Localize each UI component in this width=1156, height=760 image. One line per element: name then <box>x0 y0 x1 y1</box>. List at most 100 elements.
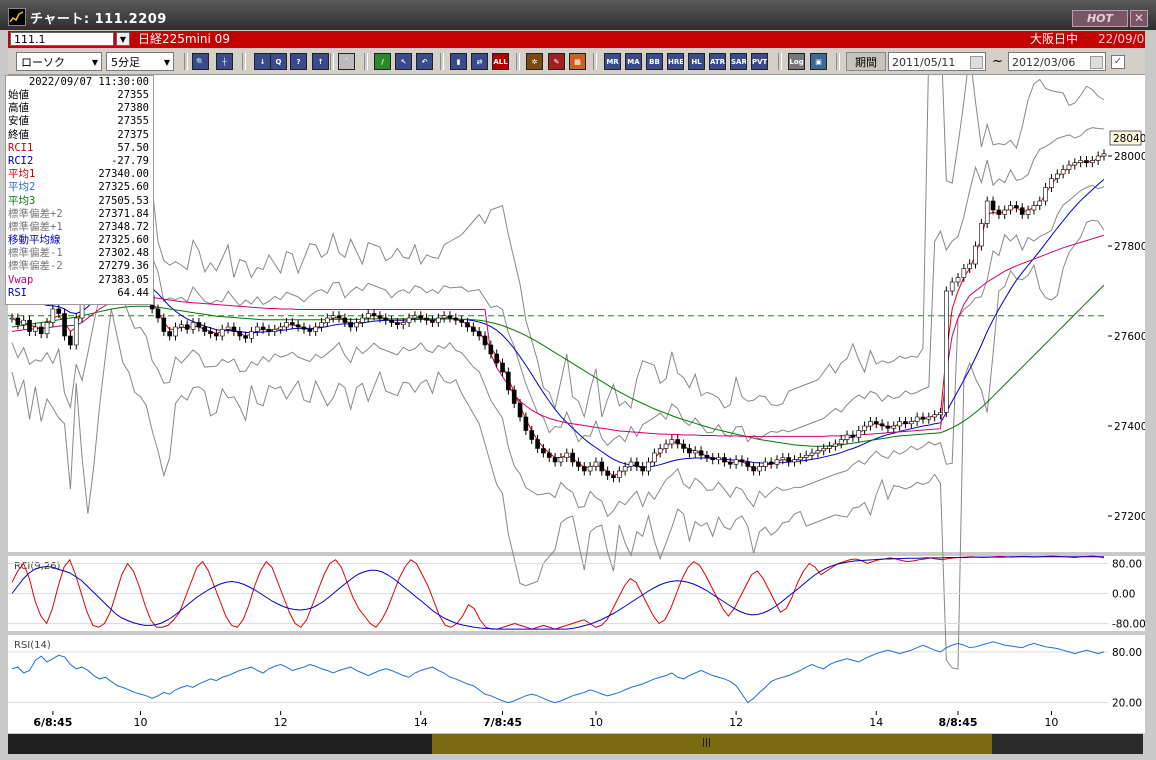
toolbar-line-button[interactable]: / <box>374 53 391 70</box>
candle-body <box>967 263 972 269</box>
toolbar-up-button[interactable]: ↑ <box>312 53 329 70</box>
data-window-row: 標準偏差-2 27279.36 <box>6 260 153 273</box>
candle-body <box>447 315 453 319</box>
candle-body <box>570 452 575 463</box>
toolbar-ma-button[interactable]: MA <box>625 53 642 70</box>
data-window-value: 27348.72 <box>98 220 149 233</box>
market-date: 22/09/08 <box>1098 32 1152 46</box>
candle-body <box>908 421 914 425</box>
candle-body <box>1043 187 1048 202</box>
candle-body <box>412 315 418 319</box>
toolbar-sar-button[interactable]: SAR <box>730 53 747 70</box>
candle-body <box>803 454 809 458</box>
toolbar-color-button[interactable]: ▦ <box>569 53 586 70</box>
range-checkbox[interactable]: ✓ <box>1111 55 1125 69</box>
toolbar-pvt-button[interactable]: PVT <box>751 53 768 70</box>
candle-body <box>482 335 488 346</box>
candle-body <box>792 459 797 463</box>
scroll-track-left[interactable] <box>8 734 432 754</box>
candle-body <box>21 319 26 326</box>
candle-body <box>529 430 535 440</box>
toolbar-hre-button[interactable]: HRE <box>667 53 684 70</box>
toolbar-log-button[interactable]: Log <box>788 53 805 70</box>
candle-body <box>295 324 301 328</box>
data-window-value: 57.50 <box>117 141 149 154</box>
candle-body <box>523 416 529 431</box>
data-window-row: 標準偏差-1 27302.48 <box>6 247 153 260</box>
pane-title: RSI(14) <box>14 640 51 651</box>
grip-icon: ||| <box>702 738 712 748</box>
toolbar-atr-button[interactable]: ATR <box>709 53 726 70</box>
toolbar-gear-button[interactable]: ✲ <box>526 53 543 70</box>
toolbar-search-button[interactable]: Q <box>270 53 287 70</box>
pane-tick-label: 0.00 <box>1112 589 1135 601</box>
toolbar-disabled-button[interactable]: ¯ <box>338 53 355 70</box>
data-window-key: RCI1 <box>8 141 34 154</box>
candle-body <box>1054 173 1060 179</box>
data-window-value: 27325.60 <box>98 234 149 247</box>
data-window-datetime: 2022/09/07 11:30:00 <box>28 76 149 88</box>
window-titlebar: チャート: 111.2209 HOT ✕ <box>0 0 1156 30</box>
candle-body <box>1066 164 1072 170</box>
market-session: 大阪日中 <box>1030 32 1079 46</box>
chart-type-value: ローソク <box>21 56 65 69</box>
interval-select[interactable]: 5分足 ▼ <box>106 52 174 71</box>
candle-body <box>1084 160 1089 164</box>
chart-area[interactable]: 280002780027600274002720028040RCI(9,26) 8… <box>8 75 1145 733</box>
toolbar-copy-button[interactable]: ▣ <box>810 53 827 70</box>
toolbar-hl-button[interactable]: HL <box>688 53 705 70</box>
toolbar-calc-button[interactable]: ? <box>290 53 307 70</box>
chart-type-select[interactable]: ローソク ▼ <box>16 52 102 71</box>
toolbar-pen-button[interactable]: ✎ <box>548 53 565 70</box>
candle-body <box>360 317 365 323</box>
candle-body <box>564 452 570 458</box>
toolbar-candle-button[interactable]: ▮ <box>450 53 467 70</box>
data-window-row: 平均1 27340.00 <box>6 168 153 181</box>
chart-scrollbar[interactable]: ||| <box>8 734 1143 754</box>
scroll-thumb[interactable]: ||| <box>432 734 992 754</box>
hot-button[interactable]: HOT <box>1072 10 1128 27</box>
date-from-input[interactable]: 2011/05/11 <box>888 52 986 71</box>
data-window-value: 27325.60 <box>98 181 149 194</box>
toolbar-crosshair-button[interactable]: ┼ <box>216 53 233 70</box>
candle-body <box>219 328 225 337</box>
candle-body <box>862 425 867 431</box>
close-button[interactable]: ✕ <box>1130 10 1148 27</box>
candle-body <box>38 326 44 335</box>
candle-body <box>336 315 342 319</box>
candle-body <box>307 328 313 332</box>
scroll-track-right[interactable] <box>992 734 1143 754</box>
toolbar-separator <box>516 53 520 70</box>
data-window-value: 64.44 <box>117 286 149 299</box>
candle-body <box>1002 209 1008 215</box>
toolbar-all-button[interactable]: ALL <box>492 53 509 70</box>
calendar-icon[interactable] <box>970 56 983 69</box>
toolbar-cursor-button[interactable]: ↖ <box>395 53 412 70</box>
toolbar-bb-button[interactable]: BB <box>646 53 663 70</box>
candle-body <box>190 322 196 330</box>
toolbar-down-button[interactable]: ↓ <box>254 53 271 70</box>
candle-body <box>155 308 161 319</box>
candle-body <box>354 322 359 328</box>
calendar-icon[interactable] <box>1090 56 1103 69</box>
period-button[interactable]: 期間 <box>846 52 886 71</box>
date-to-input[interactable]: 2012/03/06 <box>1008 52 1106 71</box>
candle-body <box>430 319 435 323</box>
data-window-key: 平均2 <box>8 181 36 194</box>
candle-body <box>179 324 184 328</box>
candle-body <box>494 353 499 364</box>
candle-body <box>710 457 716 461</box>
toolbar-separator <box>593 53 597 70</box>
candle-body <box>371 313 377 317</box>
toolbar-zoom-button[interactable]: 🔍 <box>192 53 209 70</box>
toolbar-mr-button[interactable]: MR <box>604 53 621 70</box>
candle-body <box>1072 162 1078 166</box>
chevron-down-icon[interactable]: ▼ <box>116 32 130 46</box>
candle-body <box>243 335 248 339</box>
symbol-code-input[interactable]: 111.1 <box>10 32 114 46</box>
pane-tick-label: -80.00 <box>1112 619 1145 631</box>
candle-body <box>260 326 266 330</box>
toolbar-range-button[interactable]: ⇄ <box>471 53 488 70</box>
candle-body <box>73 317 79 346</box>
toolbar-undo-button[interactable]: ↶ <box>416 53 433 70</box>
